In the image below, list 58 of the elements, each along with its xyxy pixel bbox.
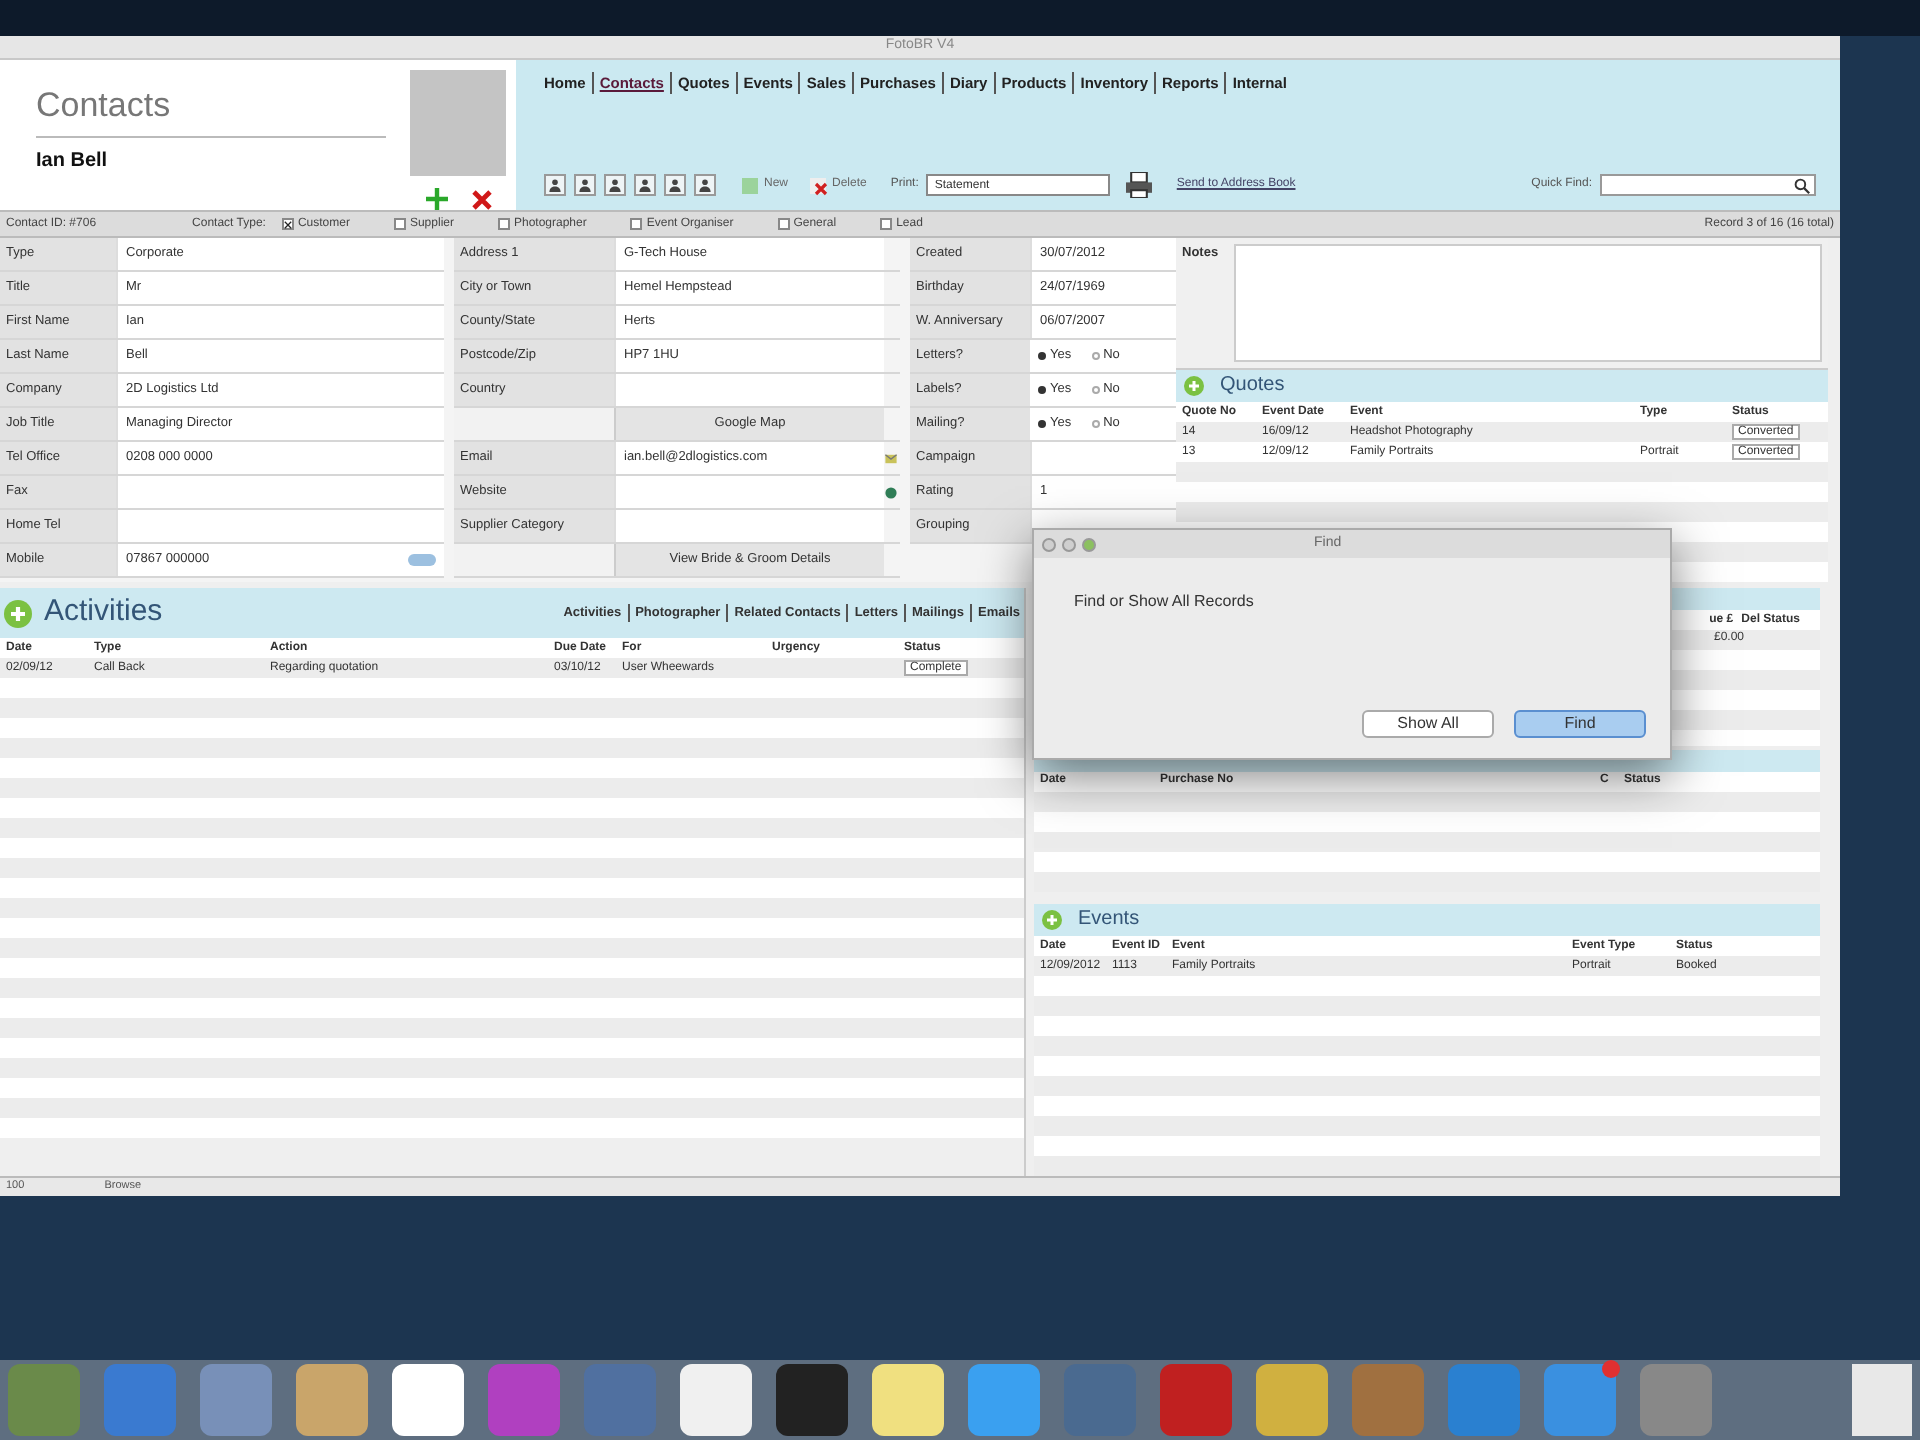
field-value[interactable] (614, 476, 884, 508)
field-value[interactable] (116, 476, 444, 508)
section-title: Quotes (1220, 372, 1285, 401)
module-title: Contacts (36, 80, 386, 137)
person-icon (698, 178, 712, 192)
person-icon (548, 178, 562, 192)
add-button[interactable] (425, 188, 447, 210)
app-icon[interactable] (1640, 1364, 1712, 1436)
toolbar-button[interactable] (664, 174, 686, 196)
cross-icon (471, 189, 491, 209)
photo-placeholder (410, 70, 506, 176)
toolbar-button[interactable] (634, 174, 656, 196)
person-icon (608, 178, 622, 192)
person-icon (668, 178, 682, 192)
person-icon (638, 178, 652, 192)
printer-icon (1126, 172, 1153, 198)
field-value[interactable] (116, 510, 444, 542)
check-mark-icon (283, 219, 292, 229)
toolbar-button[interactable] (694, 174, 716, 196)
section-title: Events (1078, 906, 1140, 935)
app-icon[interactable] (776, 1364, 848, 1436)
plus-icon (425, 188, 447, 210)
search-icon (1794, 177, 1810, 193)
plus-icon (1184, 375, 1204, 396)
zoom-button[interactable] (1082, 537, 1096, 551)
toolbar-button[interactable] (574, 174, 596, 196)
app-icon[interactable] (392, 1364, 464, 1436)
plus-icon (4, 599, 32, 627)
document-delete-icon (808, 175, 829, 195)
section-title: Activities (44, 592, 163, 633)
add-button[interactable] (1184, 375, 1204, 396)
dialog-button[interactable]: Find (1514, 710, 1646, 738)
field-value[interactable] (614, 374, 884, 406)
delete-button[interactable] (471, 188, 491, 210)
app-icon[interactable] (680, 1364, 752, 1436)
plus-icon (1042, 909, 1062, 930)
app-icon[interactable] (968, 1364, 1040, 1436)
document-icon (740, 175, 760, 195)
quick-find-field[interactable] (1600, 174, 1816, 196)
toolbar-button[interactable] (604, 174, 626, 196)
app-icon[interactable] (200, 1364, 272, 1436)
add-button[interactable] (1042, 909, 1062, 930)
person-icon (578, 178, 592, 192)
app-icon[interactable] (1544, 1364, 1616, 1436)
print-button[interactable] (1126, 172, 1153, 198)
toolbar-button[interactable] (544, 174, 566, 196)
app-icon[interactable] (1256, 1364, 1328, 1436)
notification-badge (1602, 1360, 1620, 1378)
dialog-button[interactable]: Show All (1362, 710, 1494, 738)
contact-name: Ian Bell (36, 147, 110, 175)
add-button[interactable] (4, 599, 32, 627)
app-icon[interactable] (872, 1364, 944, 1436)
notes-field[interactable] (1234, 244, 1822, 362)
dialog-message: Find or Show All Records (1074, 590, 1256, 614)
field-value[interactable] (1030, 442, 1182, 474)
app-icon[interactable] (296, 1364, 368, 1436)
pill-button[interactable] (408, 554, 436, 566)
field-value[interactable] (614, 510, 884, 542)
